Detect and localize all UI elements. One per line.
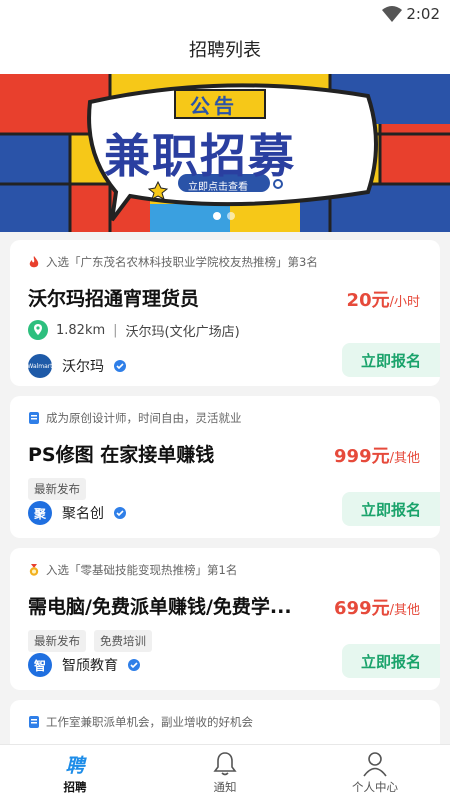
company-logo-text: 智 bbox=[33, 658, 46, 673]
status-bar: 2:02 bbox=[0, 0, 450, 28]
card-tag-text: 入选「广东茂名农林科技职业学院校友热推榜」第3名 bbox=[46, 255, 318, 269]
card-tag: 入选「零基础技能变现热推榜」第1名 bbox=[28, 562, 237, 578]
company: 聚 聚名创 bbox=[28, 501, 126, 525]
job-badges: 最新发布 免费培训 bbox=[28, 630, 152, 652]
company-logo-text: Walmart bbox=[27, 362, 53, 370]
job-badge: 最新发布 bbox=[28, 630, 86, 652]
banner-top-text: 公告 bbox=[190, 94, 238, 118]
job-card[interactable]: 成为原创设计师，时间自由，灵活就业 PS修图 在家接单赚钱 999元/其他 最新… bbox=[10, 396, 440, 538]
pay-amount: 20元 bbox=[346, 290, 390, 311]
verified-icon bbox=[128, 659, 140, 671]
tab-profile[interactable]: 个人中心 bbox=[300, 745, 450, 800]
card-tag-text: 入选「零基础技能变现热推榜」第1名 bbox=[46, 563, 238, 577]
pay-amount: 999元 bbox=[334, 446, 390, 467]
apply-button[interactable]: 立即报名 bbox=[342, 492, 440, 526]
pay-amount: 699元 bbox=[334, 598, 390, 619]
job-list[interactable]: 入选「广东茂名农林科技职业学院校友热推榜」第3名 沃尔玛招通宵理货员 20元/小… bbox=[0, 232, 450, 744]
card-tag-text: 工作室兼职派单机会，副业增收的好机会 bbox=[46, 715, 253, 729]
user-icon bbox=[363, 752, 387, 777]
job-pay: 999元/其他 bbox=[334, 442, 420, 468]
bell-icon bbox=[213, 752, 237, 776]
bell-icon-wrap bbox=[213, 751, 237, 777]
company-logo: 智 bbox=[28, 653, 52, 677]
card-tag: 入选「广东茂名农林科技职业学院校友热推榜」第3名 bbox=[28, 254, 318, 270]
apply-button[interactable]: 立即报名 bbox=[342, 343, 440, 377]
recruit-glyph: 聘 bbox=[65, 754, 85, 777]
bottom-tab-bar: 聘 招聘 通知 个人中心 bbox=[0, 744, 450, 800]
company-name: 聚名创 bbox=[62, 506, 104, 522]
card-tag: 工作室兼职派单机会，副业增收的好机会 bbox=[28, 714, 253, 730]
company-name: 沃尔玛 bbox=[62, 359, 104, 375]
banner-pagination bbox=[213, 212, 235, 220]
job-card[interactable]: 入选「零基础技能变现热推榜」第1名 需电脑/免费派单赚钱/免费学... 699元… bbox=[10, 548, 440, 690]
company-logo: 聚 bbox=[28, 501, 52, 525]
company-logo: Walmart bbox=[27, 354, 53, 378]
job-pay: 699元/其他 bbox=[334, 594, 420, 620]
apply-button[interactable]: 立即报名 bbox=[342, 644, 440, 678]
user-icon-wrap bbox=[362, 751, 388, 777]
tab-label: 招聘 bbox=[63, 780, 87, 794]
company-logo-text: 聚 bbox=[33, 506, 46, 521]
location-pin-icon bbox=[28, 320, 48, 340]
banner-main-text: 兼职招募 bbox=[104, 129, 296, 183]
location-name: 沃尔玛(文化广场店) bbox=[125, 324, 240, 340]
page-title: 招聘列表 bbox=[0, 28, 450, 74]
company: Walmart 沃尔玛 bbox=[27, 354, 126, 378]
job-badge: 最新发布 bbox=[28, 478, 86, 500]
company-name: 智颀教育 bbox=[62, 658, 118, 674]
wifi-icon bbox=[382, 6, 402, 22]
tab-recruit[interactable]: 聘 招聘 bbox=[0, 745, 150, 800]
badge-icon bbox=[29, 716, 39, 728]
tab-label: 通知 bbox=[213, 780, 237, 794]
job-card[interactable]: 工作室兼职派单机会，副业增收的好机会 bbox=[10, 700, 440, 744]
job-title: PS修图 在家接单赚钱 bbox=[28, 444, 215, 466]
recruit-icon: 聘 bbox=[65, 751, 84, 777]
job-location: 1.82km | 沃尔玛(文化广场店) bbox=[28, 320, 240, 340]
job-badges: 最新发布 bbox=[28, 478, 86, 500]
pay-unit: /其他 bbox=[389, 451, 420, 466]
tab-label: 个人中心 bbox=[352, 780, 398, 794]
pay-unit: /小时 bbox=[389, 295, 420, 310]
job-card[interactable]: 入选「广东茂名农林科技职业学院校友热推榜」第3名 沃尔玛招通宵理货员 20元/小… bbox=[10, 240, 440, 386]
job-pay: 20元/小时 bbox=[347, 286, 420, 312]
verified-icon bbox=[114, 360, 126, 372]
banner-dot[interactable] bbox=[227, 212, 235, 220]
verified-icon bbox=[114, 507, 126, 519]
job-badge: 免费培训 bbox=[94, 630, 152, 652]
card-tag-text: 成为原创设计师，时间自由，灵活就业 bbox=[46, 411, 242, 425]
card-tag: 成为原创设计师，时间自由，灵活就业 bbox=[28, 410, 242, 426]
distance: 1.82km bbox=[56, 322, 106, 338]
medal-icon bbox=[29, 564, 39, 576]
fire-icon bbox=[29, 256, 39, 268]
job-title: 需电脑/免费派单赚钱/免费学... bbox=[28, 596, 292, 618]
tab-notifications[interactable]: 通知 bbox=[150, 745, 300, 800]
status-time: 2:02 bbox=[406, 5, 440, 23]
banner-dot[interactable] bbox=[213, 212, 221, 220]
pay-unit: /其他 bbox=[389, 603, 420, 618]
job-title: 沃尔玛招通宵理货员 bbox=[28, 288, 200, 310]
company: 智 智颀教育 bbox=[28, 653, 140, 677]
announcement-banner[interactable]: 公告 兼职招募 立即点击查看 bbox=[0, 74, 450, 232]
banner-cta: 立即点击查看 bbox=[188, 182, 248, 193]
badge-icon bbox=[29, 412, 39, 424]
